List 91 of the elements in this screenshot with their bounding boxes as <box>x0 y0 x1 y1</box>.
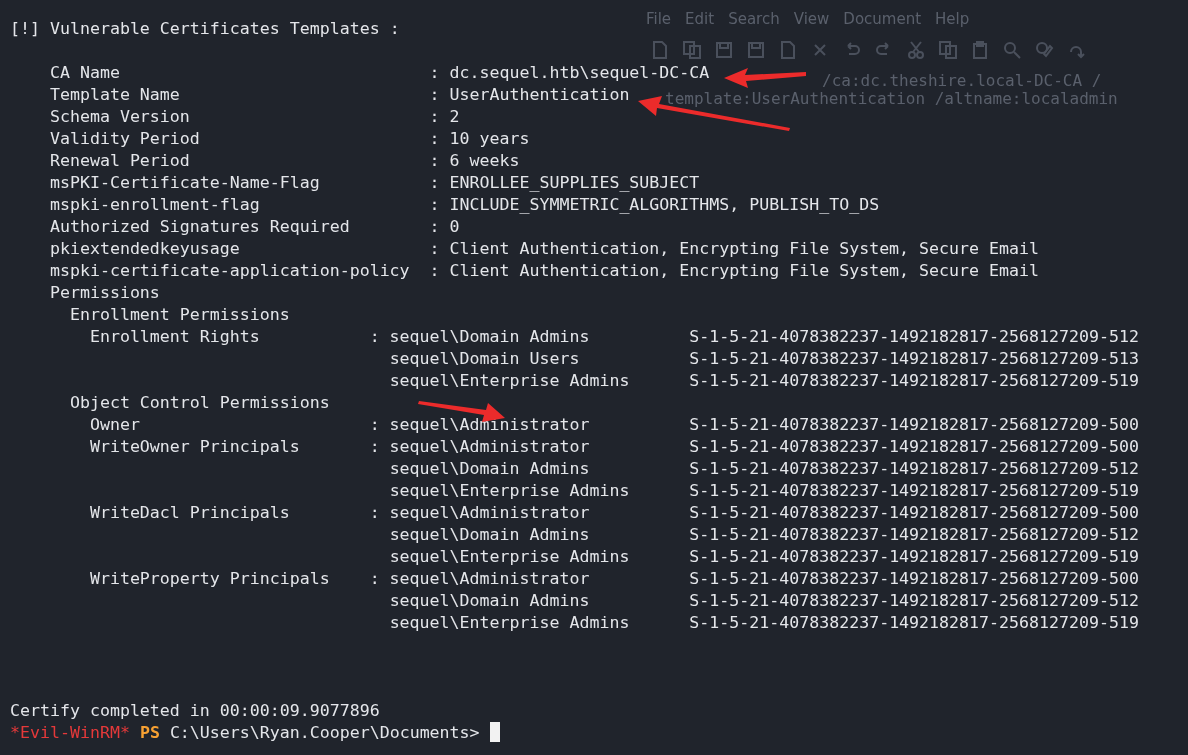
principal-name: sequel\Domain Admins <box>389 458 591 480</box>
attribute-value: 2 <box>449 106 460 128</box>
save-icon <box>746 40 766 60</box>
colon: : <box>429 238 441 260</box>
terminal-heading: [!] Vulnerable Certificates Templates : <box>10 18 400 40</box>
attribute-value: 10 years <box>449 128 530 150</box>
sid: S-1-5-21-4078382237-1492182817-2568127209-513 <box>689 348 1139 370</box>
colon: : <box>429 172 441 194</box>
attribute-label: Authorized Signatures Required <box>49 216 351 238</box>
group-heading: Enrollment Permissions <box>69 304 290 326</box>
colon: : <box>369 414 381 436</box>
principal-name: sequel\Enterprise Admins <box>389 612 631 634</box>
attribute-label: Validity Period <box>49 128 201 150</box>
attribute-value: UserAuthentication <box>449 84 630 106</box>
sid: S-1-5-21-4078382237-1492182817-2568127209-519 <box>689 480 1139 502</box>
colon: : <box>369 502 381 524</box>
colon: : <box>429 84 441 106</box>
menu-item[interactable]: Help <box>935 8 970 30</box>
principal-name: sequel\Enterprise Admins <box>389 546 631 568</box>
attribute-label: msPKI-Certificate-Name-Flag <box>49 172 321 194</box>
sid: S-1-5-21-4078382237-1492182817-2568127209-519 <box>689 612 1139 634</box>
menu-item[interactable]: Search <box>728 8 780 30</box>
menu-item[interactable]: Document <box>843 8 922 30</box>
attribute-value: Client Authentication, Encrypting File System, Secure Email <box>449 238 1039 260</box>
principal-name: sequel\Domain Users <box>389 348 581 370</box>
file-icon <box>650 40 670 60</box>
attribute-value: INCLUDE_SYMMETRIC_ALGORITHMS, PUBLISH_TO_DS <box>449 194 880 216</box>
brush-icon <box>1034 40 1054 60</box>
sid: S-1-5-21-4078382237-1492182817-2568127209-500 <box>689 502 1139 524</box>
colon: : <box>429 216 441 238</box>
colon: : <box>429 128 441 150</box>
colon: : <box>429 62 441 84</box>
attribute-label: CA Name <box>49 62 121 84</box>
colon: : <box>429 106 441 128</box>
sid: S-1-5-21-4078382237-1492182817-2568127209-500 <box>689 414 1139 436</box>
sid: S-1-5-21-4078382237-1492182817-2568127209-512 <box>689 458 1139 480</box>
shell-label: *Evil-WinRM* <box>10 722 130 744</box>
colon: : <box>369 326 381 348</box>
right-label: WriteProperty Principals <box>89 568 331 590</box>
sid: S-1-5-21-4078382237-1492182817-2568127209-512 <box>689 524 1139 546</box>
sid: S-1-5-21-4078382237-1492182817-2568127209-512 <box>689 326 1139 348</box>
attribute-value: 6 weeks <box>449 150 520 172</box>
colon: : <box>369 436 381 458</box>
menu-item[interactable]: File <box>646 8 672 30</box>
file-icon <box>778 40 798 60</box>
principal-name: sequel\Domain Admins <box>389 326 591 348</box>
attribute-label: pkiextendedkeyusage <box>49 238 241 260</box>
prompt-path: C:\Users\Ryan.Cooper\Documents> <box>169 722 480 744</box>
attribute-label: mspki-enrollment-flag <box>49 194 261 216</box>
attribute-value: ENROLLEE_SUPPLIES_SUBJECT <box>449 172 700 194</box>
colon: : <box>429 194 441 216</box>
principal-name: sequel\Domain Admins <box>389 524 591 546</box>
right-label: Owner <box>89 414 141 436</box>
attribute-label: Renewal Period <box>49 150 191 172</box>
section-heading: Permissions <box>49 282 160 304</box>
sid: S-1-5-21-4078382237-1492182817-2568127209-519 <box>689 546 1139 568</box>
principal-name: sequel\Domain Admins <box>389 590 591 612</box>
attribute-value: 0 <box>449 216 460 238</box>
principal-name: sequel\Enterprise Admins <box>389 480 631 502</box>
group-heading: Object Control Permissions <box>69 392 330 414</box>
colon: : <box>429 260 441 282</box>
principal-name: sequel\Administrator <box>389 568 591 590</box>
attribute-value: dc.sequel.htb\sequel-DC-CA <box>449 62 710 84</box>
sid: S-1-5-21-4078382237-1492182817-2568127209-500 <box>689 568 1139 590</box>
right-label: Enrollment Rights <box>89 326 261 348</box>
attribute-label: Template Name <box>49 84 181 106</box>
sid: S-1-5-21-4078382237-1492182817-2568127209-512 <box>689 590 1139 612</box>
search-icon <box>1002 40 1022 60</box>
menu-item[interactable]: View <box>793 8 830 30</box>
menu-item[interactable]: Edit <box>685 8 715 30</box>
save-icon <box>714 40 734 60</box>
attribute-label: Schema Version <box>49 106 191 128</box>
sid: S-1-5-21-4078382237-1492182817-2568127209-500 <box>689 436 1139 458</box>
right-label: WriteDacl Principals <box>89 502 291 524</box>
colon: : <box>429 150 441 172</box>
copy-icon <box>938 40 958 60</box>
sid: S-1-5-21-4078382237-1492182817-2568127209-519 <box>689 370 1139 392</box>
principal-name: sequel\Administrator <box>389 502 591 524</box>
cursor <box>489 722 500 742</box>
right-label: WriteOwner Principals <box>89 436 301 458</box>
principal-name: sequel\Administrator <box>389 414 591 436</box>
scissors-icon <box>906 40 926 60</box>
ps-label: PS <box>139 722 160 744</box>
completion-message: Certify completed in 00:00:09.9077896 <box>10 700 380 722</box>
principal-name: sequel\Administrator <box>389 436 591 458</box>
copy-icon <box>682 40 702 60</box>
colon: : <box>369 568 381 590</box>
attribute-label: mspki-certificate-application-policy <box>49 260 411 282</box>
attribute-value: Client Authentication, Encrypting File System, Secure Email <box>449 260 1039 282</box>
principal-name: sequel\Enterprise Admins <box>389 370 631 392</box>
clipboard-icon <box>970 40 990 60</box>
